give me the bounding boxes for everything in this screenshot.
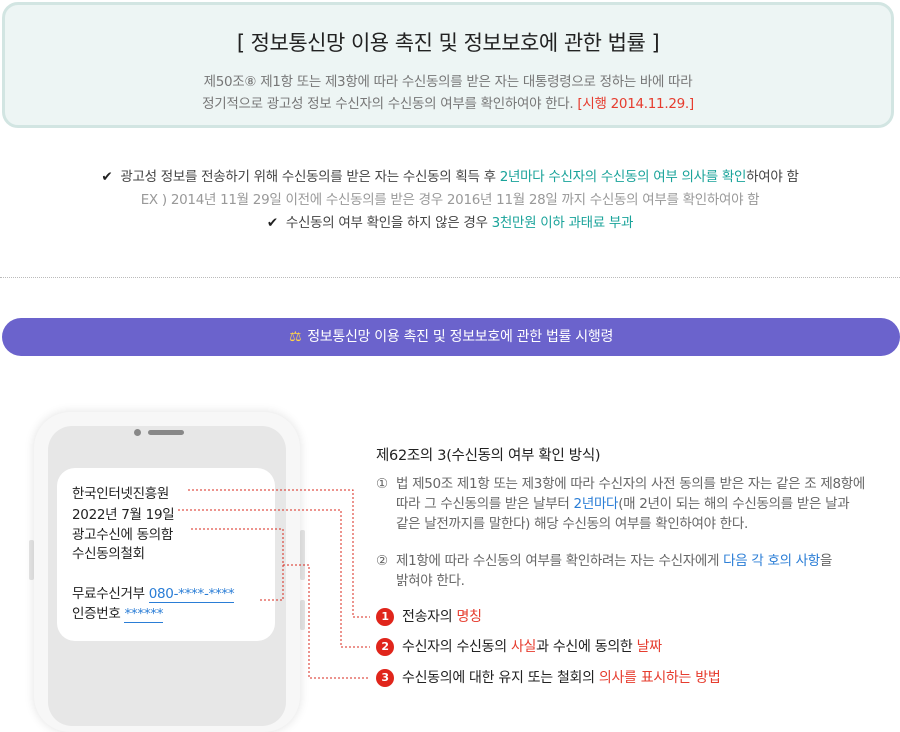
connector-date [178, 509, 370, 648]
item-2: 2 수신자의 수신동의 사실과 수신에 동의한 날짜 [376, 637, 662, 657]
p1-line-1: 법 제50조 제1항 또는 제3항에 따라 수신자의 사전 동의를 받은 자는 … [396, 476, 866, 492]
p1-highlight: 2년마다 [573, 496, 619, 512]
connector-method-b [283, 564, 370, 679]
number-badge: 2 [376, 638, 394, 656]
rule-title: 제62조의 3(수신동의 여부 확인 방식) [376, 448, 601, 464]
item-text: 수신동의에 대한 유지 또는 철회의 [402, 670, 599, 686]
number-badge: 1 [376, 608, 394, 626]
p2-line-1-post: 을 [819, 553, 833, 569]
connector-method-a [191, 528, 284, 601]
p1-number: ① [376, 476, 388, 492]
p2-highlight: 다음 각 호의 사항 [723, 553, 820, 569]
item-1: 1 전송자의 명칭 [376, 607, 482, 627]
item-highlight: 명칭 [456, 609, 482, 625]
p1-line-3: 같은 날전까지를 말한다) 해당 수신동의 여부를 확인하여야 한다. [396, 516, 749, 532]
number-badge: 3 [376, 669, 394, 687]
item-3: 3 수신동의에 대한 유지 또는 철회의 의사를 표시하는 방법 [376, 668, 721, 688]
p1-line-2: 따라 그 수신동의를 받은 날부터 [396, 496, 574, 512]
item-text-mid: 과 수신에 동의한 [536, 639, 637, 655]
item-text: 수신자의 수신동의 [402, 639, 511, 655]
item-highlight: 의사를 표시하는 방법 [598, 670, 721, 686]
rule-paragraph-2: ② 제1항에 따라 수신동의 여부를 확인하려는 자는 수신자에게 다음 각 호의… [376, 551, 832, 591]
item-highlight: 사실 [510, 639, 537, 655]
connector-sender [188, 489, 370, 618]
rule-paragraph-1: ① 법 제50조 제1항 또는 제3항에 따라 수신자의 사전 동의를 받은 자는… [376, 474, 865, 534]
item-highlight-2: 날짜 [636, 639, 662, 655]
p1-line-2-post: (매 2년이 되는 해의 수신동의를 받은 날과 [618, 496, 850, 512]
p2-line-1: 제1항에 따라 수신동의 여부를 확인하려는 자는 수신자에게 [396, 553, 724, 569]
p2-line-2: 밝혀야 한다. [396, 573, 465, 589]
item-text: 전송자의 [402, 609, 457, 625]
p2-number: ② [376, 553, 388, 569]
